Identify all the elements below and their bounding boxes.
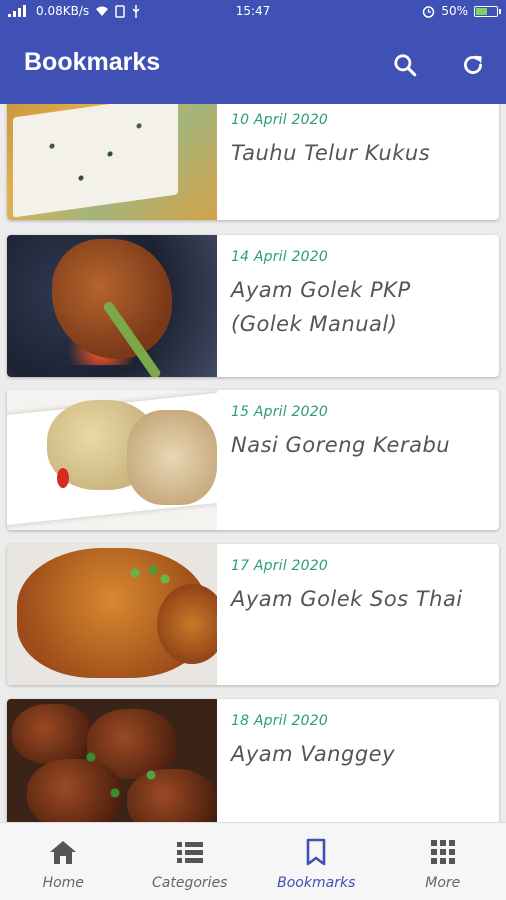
search-icon [394, 54, 417, 77]
bookmark-date: 10 April 2020 [231, 112, 328, 128]
bottom-nav: Home Categories Bookmarks More [0, 822, 506, 900]
nav-label-categories: Categories [152, 875, 228, 891]
app-root: 0.08KB/s 15:47 50% Bookmarks 10 April 20… [0, 0, 506, 900]
nav-label-bookmarks: Bookmarks [277, 875, 356, 891]
bookmark-date: 15 April 2020 [231, 404, 328, 420]
recipe-thumbnail [7, 390, 217, 530]
recipe-thumbnail [7, 544, 217, 685]
battery-icon [474, 5, 501, 17]
bookmark-card[interactable]: 10 April 2020 Tauhu Telur Kukus [7, 104, 499, 220]
recipe-thumbnail [7, 104, 217, 220]
refresh-button[interactable] [456, 48, 490, 82]
bookmark-date: 18 April 2020 [231, 713, 328, 729]
home-icon [48, 837, 78, 867]
list-icon [175, 837, 205, 867]
bookmark-title: Ayam Golek PKP (Golek Manual) [231, 278, 411, 336]
grid-icon [428, 837, 458, 867]
bookmark-icon [301, 837, 331, 867]
nav-bookmarks[interactable]: Bookmarks [253, 823, 380, 900]
nav-label-home: Home [42, 875, 84, 891]
bookmark-card[interactable]: 18 April 2020 Ayam Vanggey [7, 699, 499, 822]
card-text: 14 April 2020 Ayam Golek PKP (Golek Manu… [217, 235, 499, 377]
bookmark-list[interactable]: 10 April 2020 Tauhu Telur Kukus 14 April… [0, 104, 506, 822]
bookmark-date: 14 April 2020 [231, 249, 328, 265]
card-text: 15 April 2020 Nasi Goreng Kerabu [217, 390, 499, 530]
card-text: 18 April 2020 Ayam Vanggey [217, 699, 499, 822]
nav-label-more: More [425, 875, 461, 891]
refresh-icon [464, 55, 482, 74]
bookmark-date: 17 April 2020 [231, 558, 328, 574]
card-text: 17 April 2020 Ayam Golek Sos Thai [217, 544, 499, 685]
nav-home[interactable]: Home [0, 823, 127, 900]
battery-percent: 50% [441, 4, 468, 18]
bookmark-card[interactable]: 15 April 2020 Nasi Goreng Kerabu [7, 390, 499, 530]
page-title: Bookmarks [24, 48, 161, 76]
recipe-thumbnail [7, 235, 217, 377]
nav-categories[interactable]: Categories [127, 823, 254, 900]
bookmark-card[interactable]: 17 April 2020 Ayam Golek Sos Thai [7, 544, 499, 685]
bookmark-title: Ayam Vanggey [231, 742, 396, 766]
search-button[interactable] [388, 48, 422, 82]
bookmark-card[interactable]: 14 April 2020 Ayam Golek PKP (Golek Manu… [7, 235, 499, 377]
bookmark-title: Tauhu Telur Kukus [231, 141, 431, 165]
app-bar: Bookmarks [0, 26, 506, 104]
status-right: 50% [422, 4, 501, 18]
card-text: 10 April 2020 Tauhu Telur Kukus [217, 104, 499, 220]
nav-more[interactable]: More [380, 823, 506, 900]
recipe-thumbnail [7, 699, 217, 822]
alarm-icon [423, 5, 435, 18]
status-bar: 0.08KB/s 15:47 50% [0, 0, 506, 26]
bookmark-title: Nasi Goreng Kerabu [231, 433, 451, 457]
bookmark-title: Ayam Golek Sos Thai [231, 587, 463, 611]
